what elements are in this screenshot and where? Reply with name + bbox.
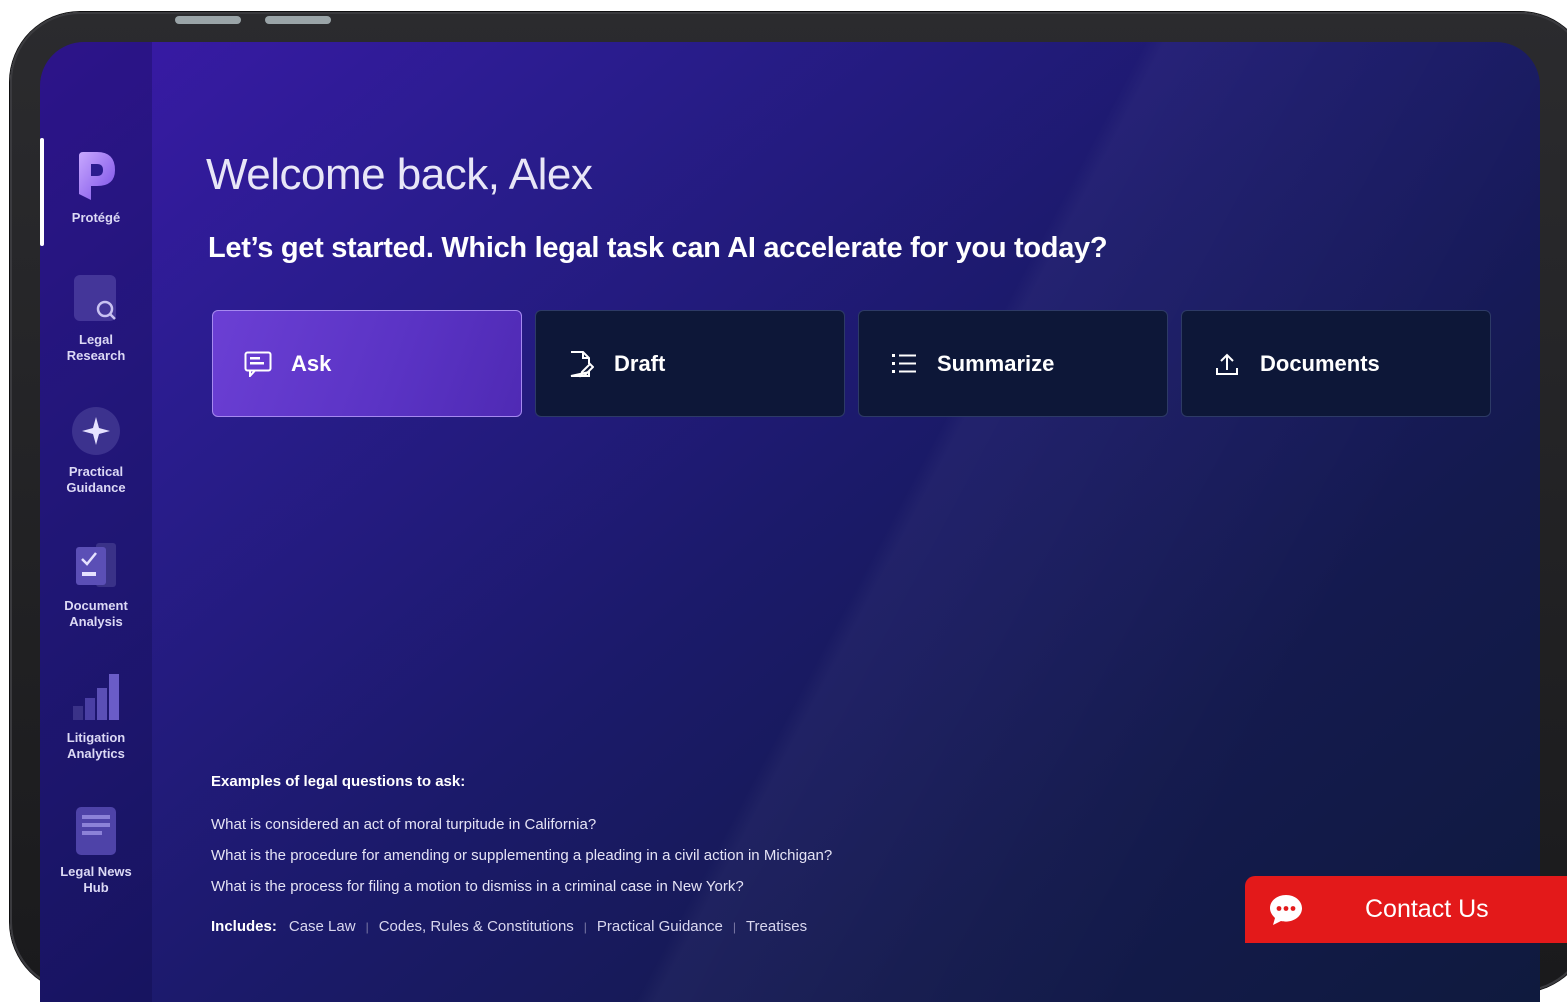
sidebar-item-document-analysis[interactable]: Document Analysis [40,538,152,630]
examples-heading: Examples of legal questions to ask: [211,773,466,790]
draft-icon [566,349,596,379]
separator: | [732,919,736,934]
document-analysis-icon [69,538,123,592]
device-button [175,16,241,24]
welcome-heading: Welcome back, Alex [206,150,593,199]
upload-icon [1212,349,1242,379]
app-screen: Protégé Legal Research Practical Guidanc… [40,42,1540,1002]
draft-button[interactable]: Draft [535,310,845,417]
legal-news-icon [69,804,123,858]
protege-logo-icon [69,150,123,204]
sidebar-item-label: Legal News Hub [60,864,132,895]
summarize-label: Summarize [937,350,1055,376]
example-question[interactable]: What is the process for filing a motion … [211,871,832,902]
contact-us-label: Contact Us [1365,895,1489,923]
sidebar-item-legal-news-hub[interactable]: Legal News Hub [40,804,152,896]
list-icon [889,349,919,379]
summarize-button[interactable]: Summarize [858,310,1168,417]
includes-row: Includes: Case Law | Codes, Rules & Cons… [211,918,807,935]
legal-research-icon [69,272,123,326]
task-buttons: Ask Draft Summarize Documents [212,310,1491,417]
litigation-analytics-icon [69,670,123,724]
sidebar-item-practical-guidance[interactable]: Practical Guidance [40,404,152,496]
contact-us-button[interactable]: Contact Us [1245,876,1567,943]
includes-item: Practical Guidance [596,918,723,935]
documents-label: Documents [1260,350,1380,376]
ask-label: Ask [291,350,332,376]
includes-item: Codes, Rules & Constitutions [378,918,574,935]
example-question[interactable]: What is considered an act of moral turpi… [211,809,832,840]
separator: | [583,919,587,934]
chat-icon [243,349,273,379]
sidebar: Protégé Legal Research Practical Guidanc… [40,42,152,1002]
sidebar-item-label: Protégé [71,210,121,225]
task-prompt: Let’s get started. Which legal task can … [208,232,1108,264]
draft-label: Draft [614,350,666,376]
example-questions: Examples of legal questions to ask: What… [211,773,832,902]
sidebar-item-label: Legal Research [66,332,126,363]
sidebar-item-label: Litigation Analytics [66,730,126,761]
documents-button[interactable]: Documents [1181,310,1491,417]
ask-button[interactable]: Ask [212,310,522,417]
sidebar-item-litigation-analytics[interactable]: Litigation Analytics [40,670,152,762]
sidebar-item-label: Document Analysis [64,598,128,629]
sidebar-item-protege[interactable]: Protégé [40,150,152,226]
includes-item: Case Law [288,918,356,935]
chat-bubble-icon [1267,891,1305,929]
example-question[interactable]: What is the procedure for amending or su… [211,840,832,871]
sidebar-item-label: Practical Guidance [66,464,126,495]
includes-item: Treatises [745,918,808,935]
sidebar-item-legal-research[interactable]: Legal Research [40,272,152,364]
practical-guidance-icon [69,404,123,458]
device-button [265,16,331,24]
separator: | [365,919,369,934]
includes-label: Includes: [211,918,277,935]
